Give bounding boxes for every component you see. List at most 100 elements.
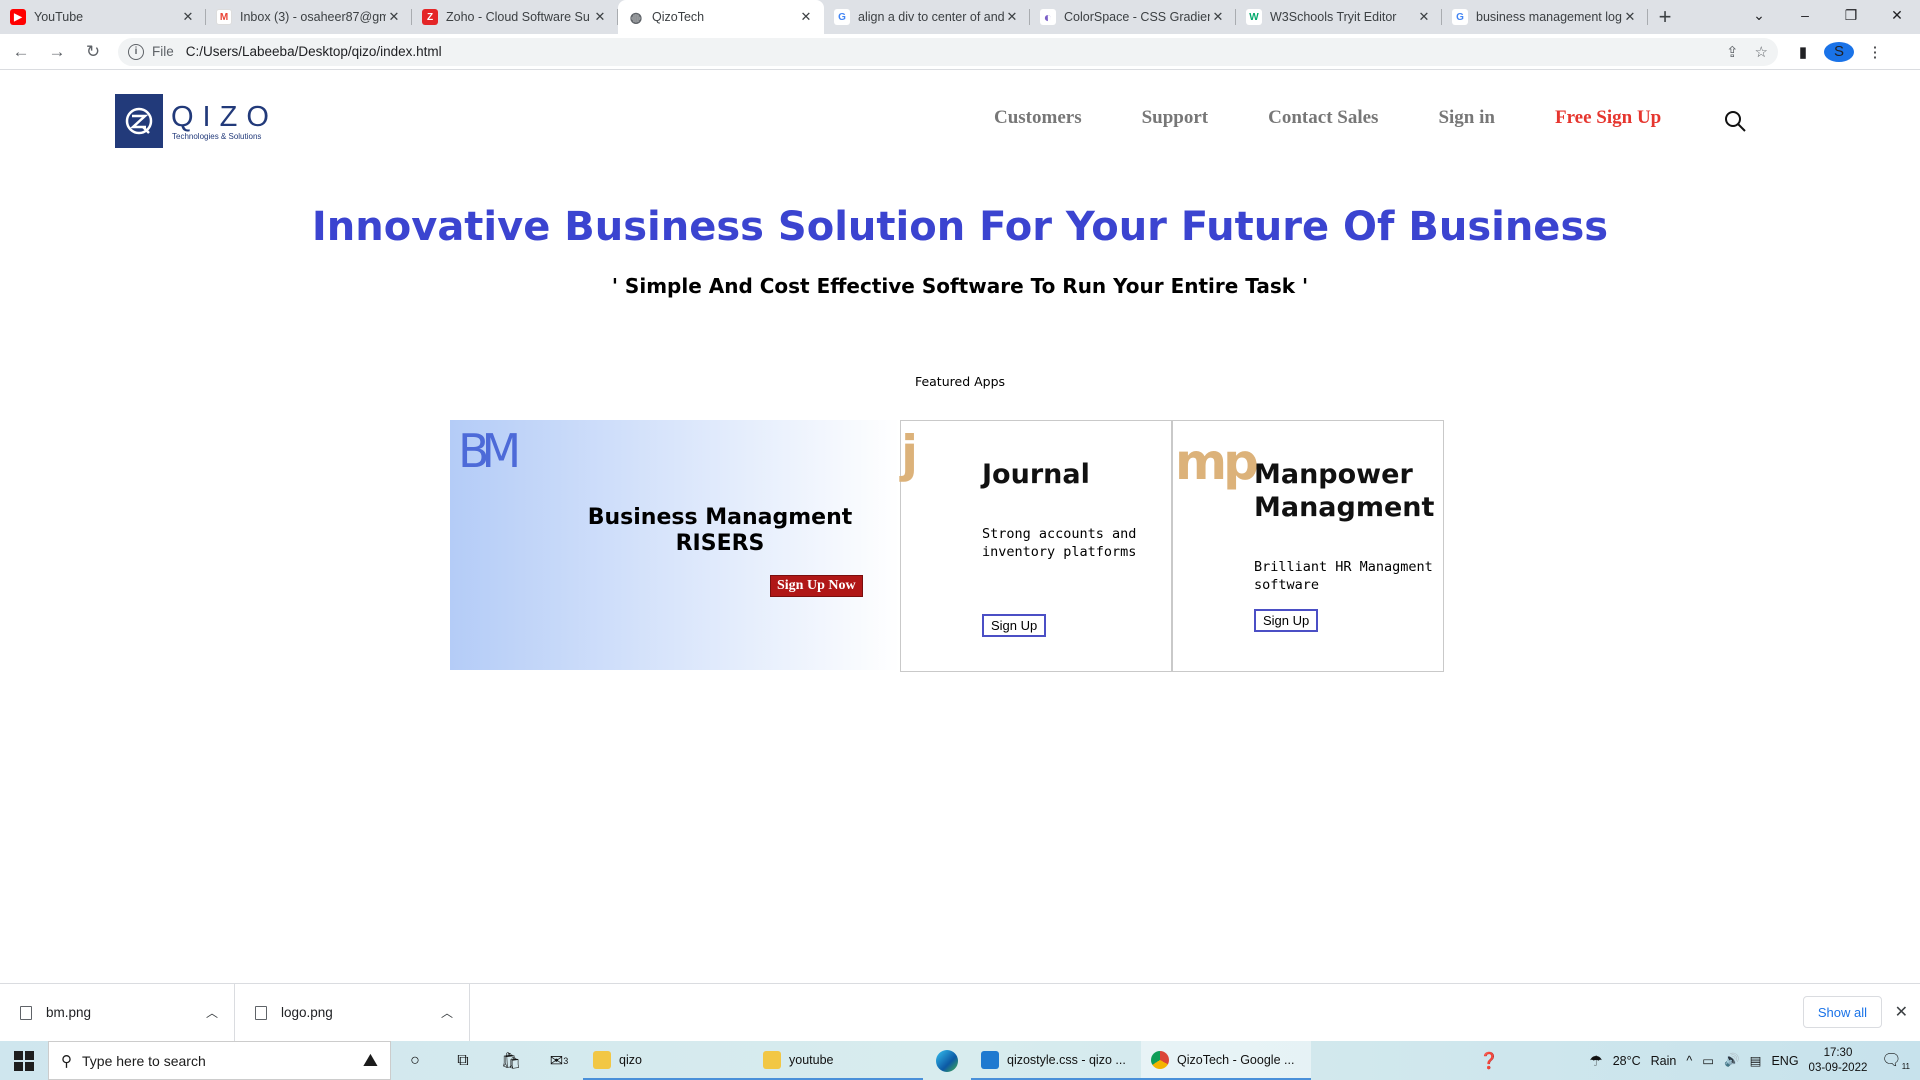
close-tab-icon[interactable]: ✕	[386, 9, 402, 25]
tab-gmail[interactable]: M Inbox (3) - osaheer87@gm ✕	[206, 0, 412, 34]
download-item[interactable]: logo.png ︿	[235, 983, 470, 1042]
restore-icon[interactable]: ❐	[1828, 0, 1874, 30]
taskbar-app-vscode[interactable]: qizostyle.css - qizo ...	[971, 1041, 1141, 1080]
google-icon: G	[834, 9, 850, 25]
show-all-button[interactable]: Show all	[1802, 996, 1882, 1028]
w3schools-icon: W	[1246, 9, 1262, 25]
notifications-icon[interactable]: 🗨11	[1881, 1050, 1910, 1071]
file-icon	[255, 1005, 267, 1020]
battery-icon[interactable]: ▭	[1702, 1053, 1714, 1068]
tab-title: W3Schools Tryit Editor	[1270, 10, 1397, 24]
manpower-sign-up-button[interactable]: Sign Up	[1254, 609, 1319, 632]
language-indicator[interactable]: ENG	[1771, 1054, 1798, 1068]
site-logo[interactable]: QIZO Technologies & Solutions	[115, 94, 278, 148]
info-icon[interactable]: i	[128, 43, 144, 60]
journal-sign-up-button[interactable]: Sign Up	[982, 614, 1047, 637]
new-tab-button[interactable]: +	[1648, 0, 1682, 34]
close-downloads-icon[interactable]: ✕	[1895, 1002, 1908, 1022]
cortana-icon[interactable]: ○	[391, 1041, 439, 1080]
bm-sign-up-now-button[interactable]: Sign Up Now	[770, 575, 863, 597]
download-item[interactable]: bm.png ︿	[0, 983, 235, 1042]
close-tab-icon[interactable]: ✕	[180, 9, 196, 25]
edge-icon[interactable]	[923, 1041, 971, 1080]
tab-qizotech[interactable]: ◍ QizoTech ✕	[618, 0, 824, 34]
search-icon[interactable]	[1723, 109, 1747, 133]
tab-strip: ▶ YouTube ✕ M Inbox (3) - osaheer87@gm ✕…	[0, 0, 1920, 34]
search-icon: ⚲	[61, 1052, 72, 1070]
tab-title: business management log	[1476, 10, 1622, 24]
tab-zoho[interactable]: Z Zoho - Cloud Software Su ✕	[412, 0, 618, 34]
search-highlight-icon: ⛰	[362, 1050, 378, 1070]
journal-title: Journal	[982, 459, 1090, 490]
folder-icon	[593, 1050, 611, 1069]
nav-support[interactable]: Support	[1142, 107, 1209, 129]
download-filename: logo.png	[281, 1005, 333, 1020]
vscode-icon	[981, 1050, 999, 1069]
tab-colorspace[interactable]: ◐ ColorSpace - CSS Gradient ✕	[1030, 0, 1236, 34]
close-tab-icon[interactable]: ✕	[1622, 9, 1638, 25]
notification-count: 11	[1901, 1062, 1910, 1072]
chevron-up-icon[interactable]: ︿	[441, 1004, 453, 1021]
nav-customers[interactable]: Customers	[994, 107, 1082, 129]
qizo-logo-mark-icon	[115, 94, 163, 148]
task-view-icon[interactable]: ⧉	[439, 1041, 487, 1080]
tab-w3schools[interactable]: W W3Schools Tryit Editor ✕	[1236, 0, 1442, 34]
youtube-icon: ▶	[10, 9, 26, 25]
taskbar-app-chrome[interactable]: QizoTech - Google ...	[1141, 1041, 1311, 1080]
window-controls: ⌄ – ❐ ✕	[1736, 0, 1920, 30]
tab-youtube[interactable]: ▶ YouTube ✕	[0, 0, 206, 34]
close-tab-icon[interactable]: ✕	[1416, 9, 1432, 25]
close-tab-icon[interactable]: ✕	[1004, 9, 1020, 25]
tab-google-align[interactable]: G align a div to center of and ✕	[824, 0, 1030, 34]
manpower-title: Manpower Managment	[1254, 458, 1434, 524]
tab-title: ColorSpace - CSS Gradient	[1064, 10, 1210, 24]
store-icon[interactable]: 🛍	[487, 1041, 535, 1080]
taskbar-app-youtube[interactable]: youtube	[753, 1041, 923, 1080]
zoho-icon: Z	[422, 9, 438, 25]
clock-time: 17:30	[1823, 1046, 1853, 1059]
address-bar[interactable]: i File C:/Users/Labeeba/Desktop/qizo/ind…	[118, 37, 1778, 66]
back-icon[interactable]: ←	[6, 37, 36, 67]
taskbar-search[interactable]: ⚲ Type here to search ⛰	[48, 1041, 391, 1080]
forward-icon[interactable]: →	[42, 37, 72, 67]
downloads-bar: bm.png ︿ logo.png ︿ Show all ✕	[0, 983, 1920, 1042]
taskbar-app-label: youtube	[789, 1052, 834, 1067]
reload-icon[interactable]: ↻	[78, 37, 108, 67]
nav-free-sign-up[interactable]: Free Sign Up	[1555, 107, 1661, 129]
close-tab-icon[interactable]: ✕	[798, 9, 814, 25]
address-url[interactable]: C:/Users/Labeeba/Desktop/qizo/index.html	[186, 44, 442, 59]
featured-apps-label: Featured Apps	[914, 374, 1006, 389]
clock[interactable]: 17:30 03-09-2022	[1809, 1046, 1868, 1076]
tab-title: Inbox (3) - osaheer87@gm	[240, 10, 386, 24]
volume-icon[interactable]: 🔊	[1724, 1053, 1740, 1068]
folder-icon	[763, 1050, 781, 1069]
taskbar-app-qizo[interactable]: qizo	[583, 1041, 753, 1080]
bm-title-line1: Business Managment	[587, 505, 853, 530]
network-icon[interactable]: ▤	[1750, 1053, 1762, 1068]
chevron-up-icon[interactable]: ︿	[206, 1004, 218, 1021]
close-window-icon[interactable]: ✕	[1874, 0, 1920, 30]
tab-search-icon[interactable]: ⌄	[1736, 0, 1782, 30]
bookmark-star-icon[interactable]: ☆	[1755, 43, 1768, 61]
mail-icon[interactable]: ✉ 3	[535, 1041, 583, 1080]
close-tab-icon[interactable]: ✕	[592, 9, 608, 25]
weather-temp[interactable]: 28°C	[1613, 1054, 1641, 1068]
side-panel-icon[interactable]: ▮	[1788, 43, 1818, 61]
manpower-card: mp Manpower Managment Brilliant HR Manag…	[1172, 420, 1444, 672]
avatar[interactable]: S	[1824, 41, 1854, 62]
page-viewport: QIZO Technologies & Solutions Customers …	[0, 71, 1920, 983]
browser-toolbar: ← → ↻ i File C:/Users/Labeeba/Desktop/qi…	[0, 34, 1920, 70]
menu-kebab-icon[interactable]: ⋮	[1860, 43, 1890, 61]
tab-google-business[interactable]: G business management log ✕	[1442, 0, 1648, 34]
nav-contact-sales[interactable]: Contact Sales	[1268, 107, 1378, 129]
weather-condition[interactable]: Rain	[1651, 1054, 1677, 1068]
start-button[interactable]	[0, 1041, 48, 1080]
business-management-card: BM Business Managment RISERS Sign Up Now	[450, 420, 900, 670]
help-icon[interactable]: ❓	[1479, 1051, 1499, 1071]
nav-sign-in[interactable]: Sign in	[1438, 107, 1495, 129]
close-tab-icon[interactable]: ✕	[1210, 9, 1226, 25]
chevron-up-icon[interactable]: ^	[1686, 1054, 1692, 1068]
share-icon[interactable]: ⇪	[1726, 43, 1739, 61]
minimize-icon[interactable]: –	[1782, 0, 1828, 30]
gmail-icon: M	[216, 9, 232, 25]
